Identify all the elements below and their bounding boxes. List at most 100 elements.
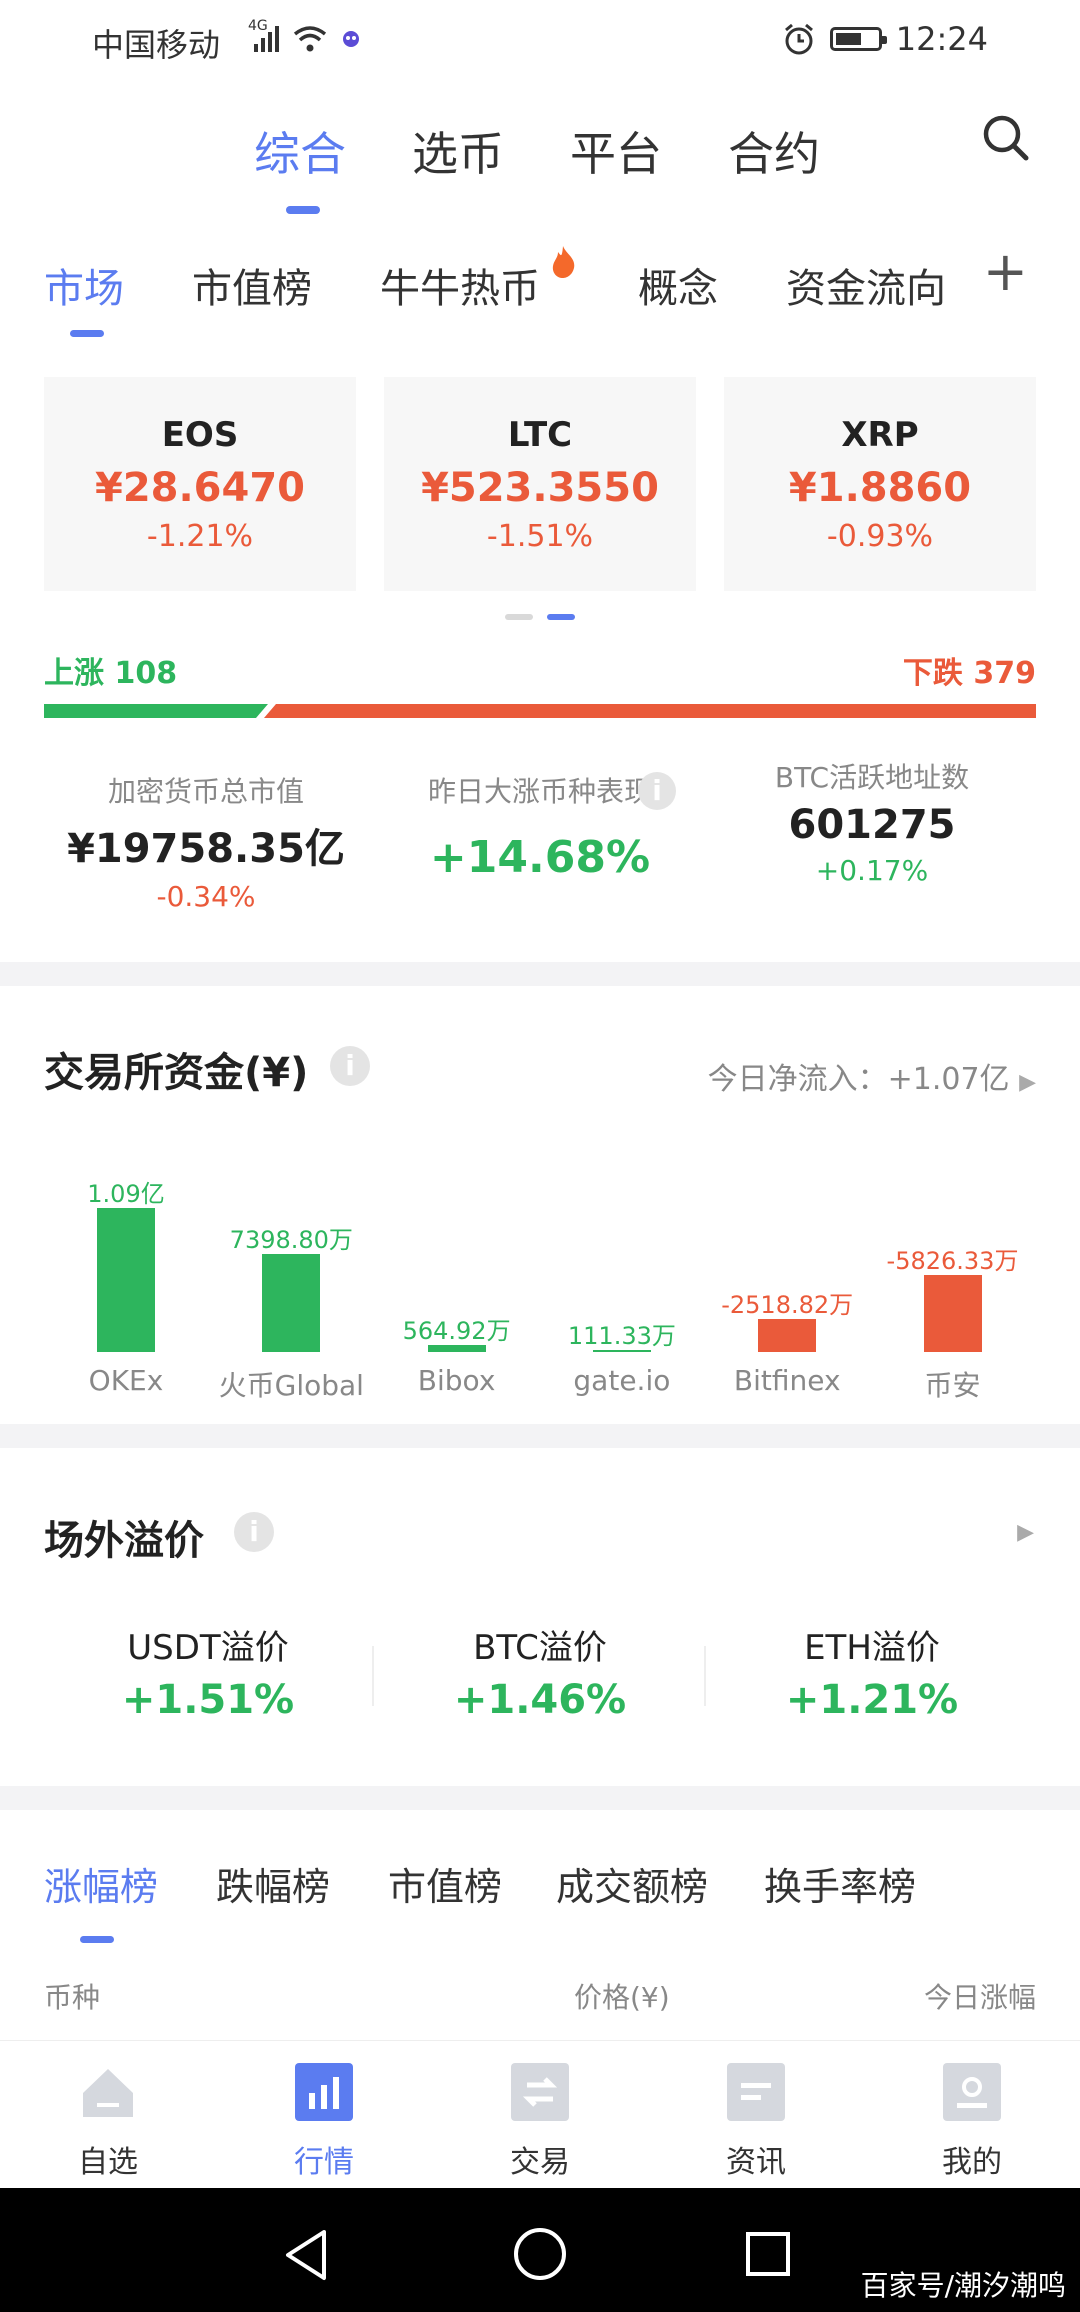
tab-gainers[interactable]: 涨幅榜 bbox=[44, 1856, 158, 1911]
exchange-bar bbox=[923, 1275, 982, 1352]
nav-label: 我的 bbox=[942, 2145, 1002, 2180]
tab-volume-rank[interactable]: 成交额榜 bbox=[556, 1856, 708, 1911]
premium-value: +1.21% bbox=[785, 1677, 959, 1723]
subtab-concept[interactable]: 概念 bbox=[638, 256, 718, 314]
premium-label: USDT溢价 bbox=[127, 1628, 289, 1668]
search-icon[interactable] bbox=[980, 112, 1032, 164]
status-bar: 中国移动 4G 12:24 bbox=[0, 0, 1080, 80]
chevron-right-icon[interactable]: ▶ bbox=[1017, 1520, 1034, 1545]
tab-platform[interactable]: 平台 bbox=[570, 118, 662, 184]
exchange-bar bbox=[592, 1350, 651, 1352]
nav-label: 行情 bbox=[294, 2145, 354, 2180]
subtab-fund-flow[interactable]: 资金流向 bbox=[786, 256, 956, 314]
exchange-bar bbox=[427, 1344, 486, 1352]
total-cap-label: 加密货币总市值 bbox=[107, 775, 304, 808]
user-icon bbox=[943, 2063, 1001, 2121]
btc-addr-change: +0.17% bbox=[815, 854, 929, 887]
tab-losers[interactable]: 跌幅榜 bbox=[216, 1856, 330, 1911]
exchange-column[interactable]: 564.92万 Bibox bbox=[377, 1160, 537, 1400]
fire-icon bbox=[552, 246, 575, 278]
coin-change: -1.51% bbox=[486, 519, 594, 554]
signal-icon bbox=[254, 26, 279, 52]
exchange-name-label: 币安 bbox=[924, 1369, 981, 1402]
usdt-premium: USDT溢价 +1.51% bbox=[58, 1620, 358, 1723]
coin-change: -0.93% bbox=[826, 519, 934, 554]
subtab-market[interactable]: 市场 bbox=[44, 256, 124, 314]
breadth-bar bbox=[44, 704, 1036, 718]
exchange-bar bbox=[262, 1254, 321, 1352]
clock: 12:24 bbox=[895, 20, 988, 58]
home-button-icon[interactable] bbox=[512, 2226, 568, 2282]
advancers-label: 上涨 108 bbox=[44, 656, 178, 691]
btc-addr-value: 601275 bbox=[788, 802, 956, 848]
column-header-price[interactable]: 价格(¥) bbox=[574, 1976, 670, 2016]
coin-card-xrp[interactable]: XRP ¥1.8860 -0.93% bbox=[724, 377, 1036, 591]
home-icon bbox=[83, 2069, 133, 2117]
net-inflow[interactable]: 今日净流入：+1.07亿 ▶ bbox=[708, 1054, 1036, 1098]
bottom-nav: 自选 行情 交易 资讯 我的 bbox=[0, 2040, 1080, 2189]
total-cap-change: -0.34% bbox=[156, 880, 256, 913]
net-inflow-text: 今日净流入：+1.07亿 bbox=[707, 1062, 1010, 1097]
back-icon[interactable] bbox=[282, 2228, 332, 2282]
carousel-dot bbox=[505, 614, 533, 620]
battery-icon bbox=[829, 27, 887, 51]
otc-premium-title: 场外溢价 bbox=[44, 1518, 204, 1564]
decliners-label: 下跌 379 bbox=[902, 656, 1036, 691]
exchange-column[interactable]: -2518.82万 Bitfinex bbox=[707, 1160, 867, 1400]
coin-symbol: XRP bbox=[841, 415, 919, 455]
info-icon[interactable]: i bbox=[330, 1046, 370, 1086]
coin-symbol: LTC bbox=[507, 415, 573, 455]
exchange-bar bbox=[758, 1318, 817, 1352]
sub-tab-indicator bbox=[70, 330, 104, 337]
swap-icon bbox=[511, 2063, 569, 2121]
exchange-funds-title: 交易所资金(¥) bbox=[44, 1050, 309, 1096]
tab-turnover-rank[interactable]: 换手率榜 bbox=[764, 1856, 916, 1911]
nav-news[interactable]: 资讯 bbox=[696, 2063, 816, 2181]
tab-overview[interactable]: 综合 bbox=[254, 118, 346, 184]
exchange-value-label: 7398.80万 bbox=[229, 1226, 353, 1255]
section-divider bbox=[0, 1786, 1080, 1810]
coin-symbol: EOS bbox=[161, 415, 239, 455]
coin-price: ¥28.6470 bbox=[94, 465, 306, 511]
coin-card-ltc[interactable]: LTC ¥523.3550 -1.51% bbox=[384, 377, 696, 591]
column-header-coin[interactable]: 币种 bbox=[44, 1976, 100, 2016]
subtab-hot-coins[interactable]: 牛牛热币 bbox=[380, 256, 540, 314]
coin-price: ¥523.3550 bbox=[421, 465, 659, 511]
exchange-value-label: -2518.82万 bbox=[721, 1290, 854, 1319]
breadth-bar-up bbox=[44, 704, 268, 718]
tab-market-cap-rank[interactable]: 市值榜 bbox=[388, 1856, 502, 1911]
coin-price: ¥1.8860 bbox=[788, 465, 972, 511]
subtab-market-cap[interactable]: 市值榜 bbox=[192, 256, 312, 314]
eth-premium: ETH溢价 +1.21% bbox=[722, 1620, 1022, 1723]
recents-icon[interactable] bbox=[744, 2230, 792, 2278]
rank-tab-indicator bbox=[80, 1936, 114, 1943]
total-market-cap: 加密货币总市值 ¥19758.35亿 -0.34% bbox=[36, 770, 376, 913]
nav-watchlist[interactable]: 自选 bbox=[48, 2063, 168, 2181]
btc-addr-label: BTC活跃地址数 bbox=[774, 761, 970, 794]
breadth-bar-down bbox=[263, 704, 1036, 718]
nav-trade[interactable]: 交易 bbox=[480, 2063, 600, 2181]
exchange-bar bbox=[97, 1208, 155, 1352]
exchange-column[interactable]: 7398.80万 火币Global bbox=[211, 1160, 371, 1402]
tab-contract[interactable]: 合约 bbox=[728, 118, 820, 184]
divider bbox=[372, 1646, 374, 1706]
exchange-column[interactable]: 111.33万 gate.io bbox=[542, 1160, 702, 1400]
carousel-dots bbox=[505, 614, 575, 620]
column-header-change[interactable]: 今日涨幅 bbox=[924, 1976, 1036, 2016]
carrier-label: 中国移动 bbox=[92, 26, 221, 64]
wifi-icon bbox=[293, 26, 327, 52]
exchange-column[interactable]: 1.09亿 OKEx bbox=[46, 1160, 206, 1400]
premium-label: ETH溢价 bbox=[804, 1628, 940, 1668]
exchange-value-label: 1.09亿 bbox=[87, 1180, 165, 1208]
info-icon[interactable]: i bbox=[638, 772, 676, 810]
top-gainer-value: +14.68% bbox=[429, 832, 651, 883]
section-divider bbox=[0, 962, 1080, 986]
nav-market[interactable]: 行情 bbox=[264, 2063, 384, 2181]
tab-coin-picker[interactable]: 选币 bbox=[412, 118, 504, 184]
coin-card-eos[interactable]: EOS ¥28.6470 -1.21% bbox=[44, 377, 356, 591]
info-icon[interactable]: i bbox=[234, 1512, 274, 1552]
exchange-column[interactable]: -5826.33万 币安 bbox=[873, 1160, 1033, 1402]
add-tab-icon[interactable]: + bbox=[983, 240, 1028, 303]
nav-profile[interactable]: 我的 bbox=[912, 2063, 1032, 2181]
coin-change: -1.21% bbox=[146, 519, 254, 554]
